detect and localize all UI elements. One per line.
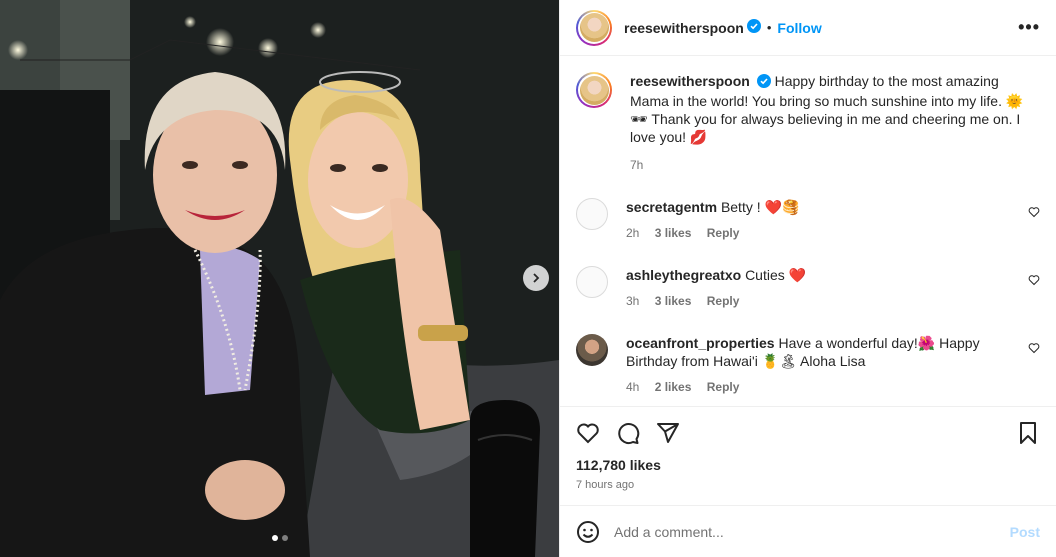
reply-button[interactable]: Reply: [707, 226, 740, 240]
verified-icon: [746, 19, 761, 36]
commenter-avatar[interactable]: [576, 334, 608, 366]
comment-text: Cuties ❤️: [745, 267, 807, 283]
follow-button[interactable]: Follow: [777, 20, 821, 36]
comment-likes[interactable]: 3 likes: [655, 294, 692, 308]
heart-icon[interactable]: [1028, 342, 1040, 357]
caption-username[interactable]: reesewitherspoon: [630, 73, 750, 89]
heart-icon[interactable]: [1028, 206, 1040, 221]
commenter-avatar[interactable]: [576, 266, 608, 298]
comment-likes[interactable]: 3 likes: [655, 226, 692, 240]
comments-area[interactable]: reesewitherspoon Happy birthday to the m…: [560, 56, 1056, 407]
comment-time[interactable]: 4h: [626, 380, 639, 394]
comment-time[interactable]: 2h: [626, 226, 639, 240]
reply-button[interactable]: Reply: [707, 294, 740, 308]
comment-input[interactable]: [614, 523, 1010, 540]
chevron-right-icon: [531, 273, 541, 283]
verified-icon: [756, 74, 771, 92]
post-comment-button[interactable]: Post: [1010, 524, 1040, 540]
comment-username[interactable]: oceanfront_properties: [626, 335, 775, 351]
comment-time[interactable]: 3h: [626, 294, 639, 308]
heart-icon[interactable]: [1028, 274, 1040, 289]
caption-time[interactable]: 7h: [630, 156, 1040, 174]
heart-icon[interactable]: [576, 421, 600, 445]
comment-item: secretagentm Betty ! ❤️🥞 2h 3 likes Repl…: [576, 198, 1040, 242]
next-photo-button[interactable]: [523, 265, 549, 291]
comment-composer: Post: [560, 505, 1056, 557]
photo-illustration: [0, 0, 559, 557]
instagram-post: reesewitherspoon • Follow ••• reesewithe…: [0, 0, 1056, 557]
reply-button[interactable]: Reply: [707, 380, 740, 394]
comment-item: oceanfront_properties Have a wonderful d…: [576, 334, 1040, 396]
author-username[interactable]: reesewitherspoon: [624, 20, 744, 36]
comment-username[interactable]: secretagentm: [626, 199, 717, 215]
post-photo[interactable]: [0, 0, 559, 557]
save-icon[interactable]: [1016, 421, 1040, 445]
comment-item: ashleythegreatxo Cuties ❤️ 3h 3 likes Re…: [576, 266, 1040, 310]
post-caption: reesewitherspoon Happy birthday to the m…: [576, 72, 1040, 174]
likes-count[interactable]: 112,780 likes: [560, 457, 1056, 473]
post-side-panel: reesewitherspoon • Follow ••• reesewithe…: [559, 0, 1056, 557]
commenter-avatar[interactable]: [576, 198, 608, 230]
comment-icon[interactable]: [616, 421, 640, 445]
caption-avatar[interactable]: [576, 72, 612, 108]
more-icon[interactable]: •••: [1018, 17, 1040, 38]
separator-dot: •: [766, 20, 772, 35]
share-icon[interactable]: [656, 421, 680, 445]
pager-dot-active: [271, 535, 278, 541]
comment-username[interactable]: ashleythegreatxo: [626, 267, 741, 283]
emoji-icon[interactable]: [576, 520, 600, 544]
comment-likes[interactable]: 2 likes: [655, 380, 692, 394]
post-time[interactable]: 7 hours ago: [560, 479, 1056, 491]
author-avatar[interactable]: [576, 9, 612, 46]
pager-dot: [281, 535, 288, 541]
post-header: reesewitherspoon • Follow •••: [560, 0, 1056, 56]
comment-text: Betty ! ❤️🥞: [720, 199, 800, 215]
carousel-pager: [271, 535, 288, 541]
post-actions: [560, 407, 1056, 459]
